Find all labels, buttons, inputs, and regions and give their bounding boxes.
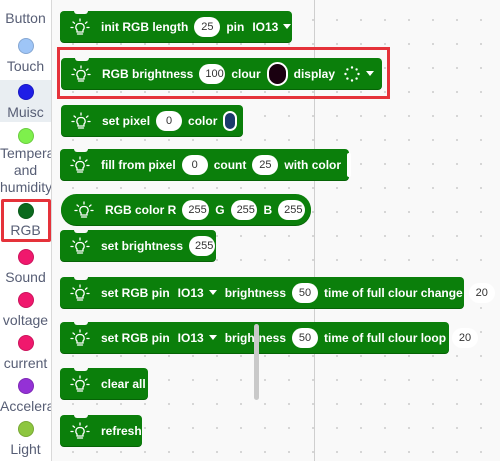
block-label: with color (284, 157, 342, 172)
workspace-scrollbar[interactable] (254, 324, 259, 400)
block-label: init RGB length (101, 19, 189, 34)
category-dot (17, 128, 34, 144)
pin-value: IO13 (252, 19, 279, 34)
category-dot (17, 421, 34, 437)
block-notch (74, 321, 88, 325)
pin-value: IO13 (177, 330, 204, 345)
set-brightness-block[interactable]: set brightness 255 (60, 229, 216, 261)
category-label: Button (5, 10, 46, 26)
category-music[interactable]: Muisc (0, 80, 51, 122)
fill-color-picker[interactable] (347, 152, 352, 177)
block-label: time of full clour loop (324, 330, 447, 345)
chevron-down-icon (283, 24, 292, 29)
rgb-color-reporter-block[interactable]: RGB color R 255 G 255 B 255 (61, 194, 311, 225)
block-notch (74, 148, 88, 152)
category-button[interactable]: Button (0, 0, 51, 26)
brightness-input[interactable]: 50 (292, 327, 319, 348)
pin-dropdown[interactable]: IO13 (176, 286, 219, 300)
category-sidebar: Button Touch Muisc Tempera and humidity … (0, 0, 52, 461)
refresh-block[interactable]: refresh (60, 414, 142, 446)
rgb-category-highlight (1, 199, 51, 242)
block-label: pin (226, 19, 245, 34)
red-input[interactable]: 255 (182, 199, 210, 220)
category-label: Sound (5, 269, 46, 285)
category-touch[interactable]: Touch (0, 38, 51, 74)
green-input[interactable]: 255 (230, 199, 258, 220)
category-light[interactable]: Light (0, 421, 51, 457)
block-notch (74, 229, 88, 233)
block-label: brightness (224, 285, 287, 300)
category-dot (17, 335, 34, 351)
block-notch (74, 414, 88, 418)
category-voltage[interactable]: voltage (0, 292, 51, 328)
block-label: fill from pixel (101, 157, 176, 172)
block-label: set brightness (101, 238, 184, 253)
category-dot (17, 84, 34, 100)
category-label: Touch (6, 58, 45, 74)
category-dot (17, 378, 34, 394)
block-label: B (263, 202, 273, 217)
bulb-icon (69, 328, 91, 348)
set-rgb-pin-change-block[interactable]: set RGB pin IO13 brightness 50 time of f… (60, 276, 495, 308)
bulb-icon (69, 236, 91, 256)
block-label: set pixel (102, 113, 151, 128)
block-label: set RGB pin (101, 330, 170, 345)
category-sound[interactable]: Sound (0, 249, 51, 285)
pixel-color-picker[interactable] (223, 110, 237, 131)
category-current[interactable]: current (0, 335, 51, 371)
fill-from-pixel-block[interactable]: fill from pixel 0 count 25 with color (60, 148, 352, 180)
category-label-line: and (13, 162, 38, 178)
pin-value: IO13 (177, 285, 204, 300)
block-notch (74, 367, 88, 371)
block-notch (74, 10, 88, 14)
block-label: count (213, 157, 247, 172)
bulb-icon (70, 111, 92, 131)
category-label: Accelera (0, 398, 52, 414)
bulb-icon (69, 374, 91, 394)
bulb-icon (69, 17, 91, 37)
block-label: refresh (101, 423, 142, 438)
category-dot (17, 38, 34, 54)
category-dot (17, 249, 34, 265)
category-label: Muisc (7, 104, 44, 120)
block-label: time of full clour change (324, 285, 463, 300)
chevron-down-icon (208, 290, 217, 295)
block-label: RGB color R (105, 202, 177, 217)
category-label-line: humidity (0, 179, 52, 195)
category-dot (17, 292, 34, 308)
set-pixel-block[interactable]: set pixel 0 color (61, 105, 243, 136)
category-acceleration[interactable]: Accelera (0, 378, 51, 414)
bulb-icon (69, 155, 91, 175)
category-label: voltage (2, 312, 49, 328)
block-label: set RGB pin (101, 285, 170, 300)
category-temperature-humidity[interactable]: Tempera and humidity (0, 128, 51, 196)
pixel-index-input[interactable]: 0 (156, 110, 183, 131)
pin-dropdown[interactable]: IO13 (176, 331, 219, 345)
time-input[interactable]: 20 (452, 327, 479, 348)
category-label: current (3, 355, 48, 371)
init-rgb-block[interactable]: init RGB length 25 pin IO13 (60, 10, 293, 42)
brightness-input[interactable]: 255 (189, 235, 216, 256)
blue-input[interactable]: 255 (278, 199, 305, 220)
start-pixel-input[interactable]: 0 (181, 154, 208, 175)
selected-block-highlight (57, 47, 390, 99)
length-input[interactable]: 25 (194, 16, 221, 37)
bulb-icon (69, 421, 91, 441)
block-notch (74, 276, 88, 280)
pin-dropdown[interactable]: IO13 (250, 20, 293, 34)
category-label-line: Tempera (0, 145, 52, 161)
category-label: Light (10, 441, 41, 457)
block-label: color (188, 113, 218, 128)
bulb-icon (69, 283, 91, 303)
brightness-input[interactable]: 50 (292, 282, 319, 303)
chevron-down-icon (208, 335, 217, 340)
bulb-icon (73, 200, 95, 220)
time-input[interactable]: 20 (468, 282, 495, 303)
count-input[interactable]: 25 (252, 154, 279, 175)
block-label: G (215, 202, 225, 217)
clear-all-block[interactable]: clear all (60, 367, 148, 399)
block-label: clear all (101, 376, 146, 391)
